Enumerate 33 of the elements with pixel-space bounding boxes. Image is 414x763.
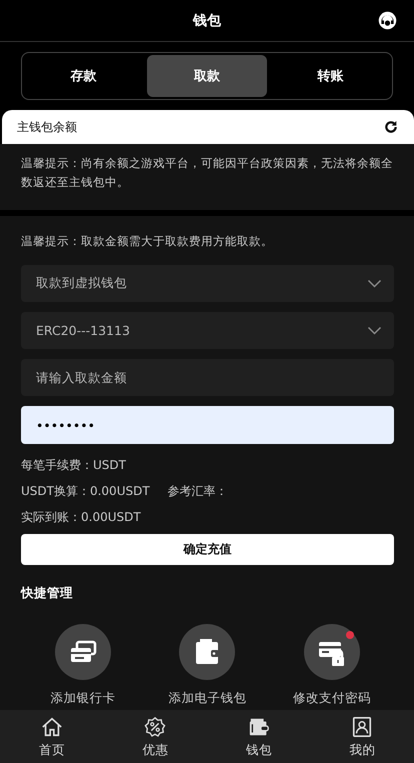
refresh-icon[interactable] — [383, 119, 399, 135]
section-title: 快捷管理 — [21, 585, 74, 602]
wallet-icon — [248, 716, 270, 738]
tab[interactable]: 取款 — [147, 55, 267, 97]
nav-item[interactable]: 我的 — [310, 710, 414, 763]
headset-icon[interactable] — [377, 10, 398, 31]
actual-amount-text: 实际到账：0.00USDT — [21, 509, 142, 526]
action-label: 添加电子钱包 — [168, 690, 246, 707]
nav-item[interactable]: 优惠 — [104, 710, 207, 763]
fee-text: 每笔手续费：USDT — [21, 457, 127, 474]
nav-item[interactable]: 钱包 — [207, 710, 310, 763]
nav-item[interactable]: 首页 — [0, 710, 104, 763]
tab[interactable]: 转账 — [270, 55, 390, 97]
action-label: 添加银行卡 — [50, 690, 116, 707]
conversion-text: USDT换算：0.00USDT — [21, 483, 150, 500]
percent-badge-icon — [144, 716, 166, 738]
chevron-down-icon — [367, 279, 382, 288]
home-icon — [40, 716, 63, 738]
password-input[interactable]: •••••••• — [21, 406, 394, 444]
alert-dot — [346, 631, 354, 639]
profile-icon — [351, 716, 374, 738]
tab[interactable]: 存款 — [24, 55, 144, 97]
hint-text: 温馨提示：取款金额需大于取款费用方能取款。 — [21, 234, 274, 249]
amount-input[interactable]: 请输入取款金额 — [21, 359, 394, 396]
select-field[interactable]: ERC20---13113 — [21, 312, 394, 349]
balance-label: 主钱包余额 — [17, 118, 77, 136]
action-label: 修改支付密码 — [292, 690, 371, 707]
select-field[interactable]: 取款到虚拟钱包 — [21, 265, 394, 302]
submit-button[interactable]: 确定充值 — [21, 534, 394, 565]
notice-text: 温馨提示：尚有余额之游戏平台，可能因平台政策因素，无法将余额全数返还至主钱包中。 — [21, 156, 393, 189]
chevron-down-icon — [367, 326, 382, 335]
page-title: 钱包 — [193, 12, 221, 30]
rate-text: 参考汇率： — [168, 483, 228, 500]
